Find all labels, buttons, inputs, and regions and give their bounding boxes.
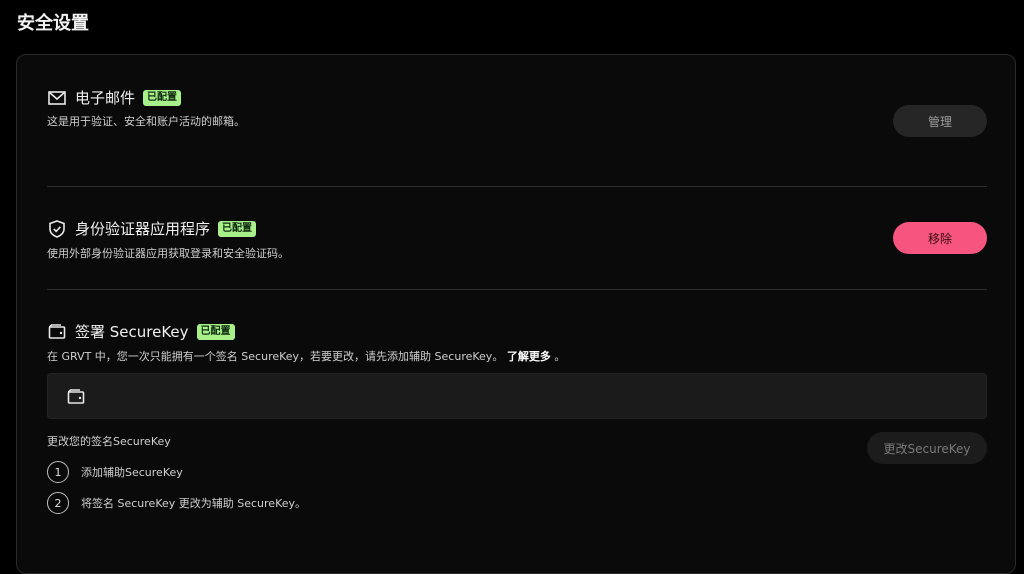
- securekey-description-text: 在 GRVT 中，您一次只能拥有一个签名 SecureKey，若要更改，请先添加…: [47, 350, 504, 363]
- authenticator-description: 使用外部身份验证器应用获取登录和安全验证码。: [47, 247, 289, 260]
- divider: [47, 289, 987, 290]
- securekey-section-header: 签署 SecureKey 已配置: [47, 321, 235, 342]
- securekey-description: 在 GRVT 中，您一次只能拥有一个签名 SecureKey，若要更改，请先添加…: [47, 348, 565, 364]
- authenticator-title: 身份验证器应用程序: [75, 220, 211, 238]
- securekey-title: 签署 SecureKey: [75, 323, 189, 341]
- shield-check-icon: [49, 219, 65, 238]
- authenticator-status-badge: 已配置: [218, 220, 257, 237]
- security-settings-card: 电子邮件 已配置 这是用于验证、安全和账户活动的邮箱。 管理 身份验证器应用程序…: [16, 54, 1016, 574]
- change-securekey-label: 更改您的签名SecureKey: [47, 435, 171, 448]
- manage-email-button[interactable]: 管理: [893, 105, 987, 137]
- step-text: 添加辅助SecureKey: [81, 466, 183, 479]
- step-item: 1 添加辅助SecureKey: [47, 461, 183, 483]
- securekey-status-badge: 已配置: [196, 323, 235, 340]
- step-item: 2 将签名 SecureKey 更改为辅助 SecureKey。: [47, 492, 306, 514]
- divider: [47, 186, 987, 187]
- email-title: 电子邮件: [75, 89, 136, 107]
- step-number: 1: [47, 461, 69, 483]
- email-section-header: 电子邮件 已配置: [47, 87, 182, 108]
- remove-authenticator-button[interactable]: 移除: [893, 222, 987, 254]
- step-number: 2: [47, 492, 69, 514]
- change-securekey-button[interactable]: 更改SecureKey: [867, 432, 987, 464]
- authenticator-section-header: 身份验证器应用程序 已配置: [47, 218, 257, 239]
- trailing-dot: 。: [554, 350, 566, 363]
- wallet-icon: [67, 389, 85, 404]
- learn-more-link[interactable]: 了解更多: [507, 350, 551, 363]
- page-title: 安全设置: [17, 13, 89, 34]
- email-status-badge: 已配置: [143, 89, 182, 106]
- email-description: 这是用于验证、安全和账户活动的邮箱。: [47, 115, 245, 128]
- mail-icon: [48, 90, 66, 105]
- signing-securekey-field: [47, 373, 987, 419]
- step-text: 将签名 SecureKey 更改为辅助 SecureKey。: [81, 497, 307, 510]
- wallet-icon: [48, 323, 66, 339]
